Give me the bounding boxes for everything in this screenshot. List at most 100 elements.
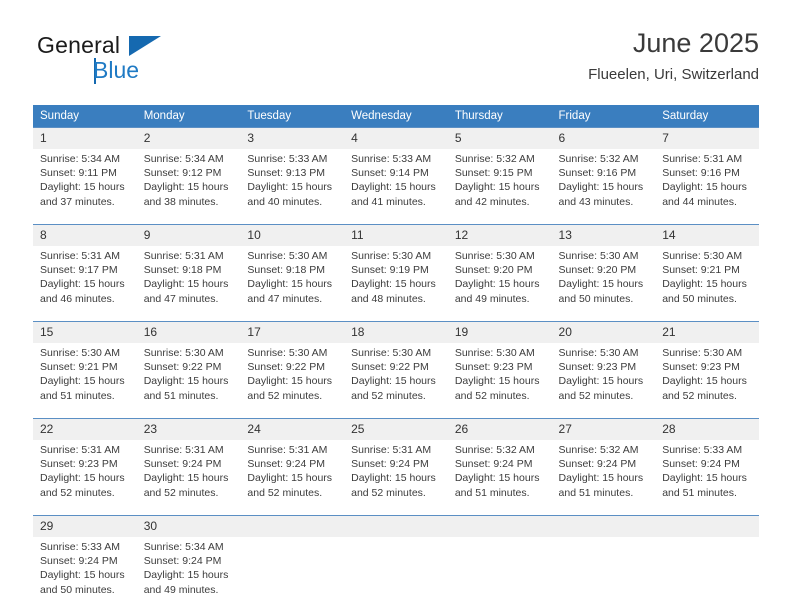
calendar-day-cell[interactable]: 25 Sunrise: 5:31 AM Sunset: 9:24 PM Dayligh… xyxy=(344,418,448,516)
calendar-day-cell[interactable]: 8 Sunrise: 5:31 AM Sunset: 9:17 PM Daylight… xyxy=(33,224,137,322)
calendar-page: General Blue June 2025 Flueelen, Uri, Sw… xyxy=(0,0,792,612)
calendar-day-cell[interactable]: 12 Sunrise: 5:30 AM Sunset: 9:20 PM Dayligh… xyxy=(447,224,552,322)
calendar-day-cell[interactable]: 17 Sunrise: 5:30 AM Sunset: 9:22 PM Dayligh… xyxy=(240,321,345,419)
daylight-duration-line1: Daylight: 15 hours xyxy=(662,375,747,388)
day-number: 1 xyxy=(33,128,137,149)
sunrise-time: Sunrise: 5:32 AM xyxy=(558,444,639,456)
daylight-duration-line1: Daylight: 15 hours xyxy=(143,569,229,582)
brand-name-secondary: Blue xyxy=(93,57,140,83)
calendar-day-cell[interactable]: 10 Sunrise: 5:30 AM Sunset: 9:18 PM Dayligh… xyxy=(240,224,345,322)
day-number: 23 xyxy=(136,419,241,440)
daylight-duration-line2: and 52 minutes. xyxy=(558,389,634,402)
sunrise-time: Sunrise: 5:34 AM xyxy=(143,541,224,553)
daylight-duration-line2: and 50 minutes. xyxy=(558,292,634,305)
calendar-day-cell[interactable]: 5 Sunrise: 5:32 AM Sunset: 9:15 PM Daylight… xyxy=(447,127,552,225)
day-details: Sunrise: 5:30 AM Sunset: 9:22 PM Daylight:… xyxy=(240,343,344,418)
calendar-day-cell[interactable]: 9 Sunrise: 5:31 AM Sunset: 9:18 PM Daylight… xyxy=(136,224,241,322)
sunrise-time: Sunrise: 5:30 AM xyxy=(558,347,639,359)
day-details: Sunrise: 5:30 AM Sunset: 9:23 PM Daylight:… xyxy=(552,343,656,418)
calendar-day-cell[interactable]: 30 Sunrise: 5:34 AM Sunset: 9:24 PM Dayligh… xyxy=(136,515,241,612)
page-header: General Blue June 2025 Flueelen, Uri, Sw… xyxy=(33,26,759,96)
sunrise-time: Sunrise: 5:33 AM xyxy=(351,153,432,165)
daylight-duration-line1: Daylight: 15 hours xyxy=(40,375,125,388)
day-number: 4 xyxy=(344,128,448,149)
day-number: 14 xyxy=(655,225,759,246)
calendar-day-cell[interactable]: 15 Sunrise: 5:30 AM Sunset: 9:21 PM Dayligh… xyxy=(33,321,137,419)
sunrise-time: Sunrise: 5:30 AM xyxy=(454,250,535,262)
weekday-header-saturday: Saturday xyxy=(655,105,759,128)
day-number xyxy=(344,516,448,537)
calendar-day-cell[interactable]: 21 Sunrise: 5:30 AM Sunset: 9:23 PM Dayligh… xyxy=(655,321,759,419)
sunset-time: Sunset: 9:22 PM xyxy=(351,361,429,374)
calendar-day-cell[interactable]: 18 Sunrise: 5:30 AM Sunset: 9:22 PM Dayligh… xyxy=(344,321,448,419)
calendar-day-cell[interactable]: 20 Sunrise: 5:30 AM Sunset: 9:23 PM Dayligh… xyxy=(551,321,656,419)
calendar-day-cell[interactable]: 28 Sunrise: 5:33 AM Sunset: 9:24 PM Dayligh… xyxy=(655,418,759,516)
daylight-duration-line2: and 52 minutes. xyxy=(662,389,737,402)
calendar-day-cell[interactable]: 6 Sunrise: 5:32 AM Sunset: 9:16 PM Daylight… xyxy=(551,127,656,225)
calendar-day-cell[interactable]: 27 Sunrise: 5:32 AM Sunset: 9:24 PM Dayligh… xyxy=(551,418,656,516)
calendar-day-cell[interactable]: 26 Sunrise: 5:32 AM Sunset: 9:24 PM Dayligh… xyxy=(447,418,552,516)
calendar-day-cell[interactable]: 1 Sunrise: 5:34 AM Sunset: 9:11 PM Daylight… xyxy=(33,127,137,225)
calendar-day-cell[interactable]: 7 Sunrise: 5:31 AM Sunset: 9:16 PM Daylight… xyxy=(655,127,759,225)
day-details: Sunrise: 5:30 AM Sunset: 9:21 PM Daylight:… xyxy=(655,246,759,321)
brand-logo[interactable]: General Blue xyxy=(33,32,253,94)
sunset-time: Sunset: 9:23 PM xyxy=(40,458,118,471)
day-number: 26 xyxy=(447,419,552,440)
daylight-duration-line2: and 52 minutes. xyxy=(454,389,530,402)
day-number: 5 xyxy=(447,128,552,149)
day-number: 12 xyxy=(447,225,552,246)
daylight-duration-line2: and 49 minutes. xyxy=(454,292,530,305)
daylight-duration-line2: and 46 minutes. xyxy=(40,292,115,305)
daylight-duration-line2: and 38 minutes. xyxy=(143,195,219,208)
daylight-duration-line2: and 52 minutes. xyxy=(247,486,323,499)
weekday-header-row: Sunday Monday Tuesday Wednesday Thursday Frid… xyxy=(33,105,759,128)
calendar-day-cell[interactable]: 23 Sunrise: 5:31 AM Sunset: 9:24 PM Dayligh… xyxy=(136,418,241,516)
calendar-day-cell[interactable]: 19 Sunrise: 5:30 AM Sunset: 9:23 PM Dayligh… xyxy=(447,321,552,419)
day-number: 7 xyxy=(655,128,759,149)
day-number: 9 xyxy=(136,225,241,246)
day-details: Sunrise: 5:33 AM Sunset: 9:24 PM Daylight:… xyxy=(655,440,759,515)
sunrise-time: Sunrise: 5:30 AM xyxy=(247,250,328,262)
sunrise-time: Sunrise: 5:31 AM xyxy=(247,444,328,456)
day-number xyxy=(655,516,759,537)
daylight-duration-line1: Daylight: 15 hours xyxy=(247,278,333,291)
sunset-time: Sunset: 9:21 PM xyxy=(662,264,740,277)
daylight-duration-line2: and 51 minutes. xyxy=(662,486,737,499)
sunrise-time: Sunrise: 5:34 AM xyxy=(143,153,224,165)
calendar-day-cell[interactable]: 29 Sunrise: 5:33 AM Sunset: 9:24 PM Dayligh… xyxy=(33,515,137,612)
sunrise-time: Sunrise: 5:30 AM xyxy=(247,347,328,359)
calendar-day-cell[interactable]: 16 Sunrise: 5:30 AM Sunset: 9:22 PM Dayligh… xyxy=(136,321,241,419)
daylight-duration-line2: and 51 minutes. xyxy=(454,486,530,499)
sunrise-time: Sunrise: 5:30 AM xyxy=(558,250,639,262)
sunset-time: Sunset: 9:23 PM xyxy=(662,361,740,374)
calendar-day-cell[interactable]: 2 Sunrise: 5:34 AM Sunset: 9:12 PM Daylight… xyxy=(136,127,241,225)
day-details xyxy=(240,537,344,612)
calendar-day-cell-empty xyxy=(344,515,448,612)
daylight-duration-line1: Daylight: 15 hours xyxy=(662,472,747,485)
daylight-duration-line2: and 51 minutes. xyxy=(40,389,115,402)
sunset-time: Sunset: 9:24 PM xyxy=(351,458,429,471)
calendar-day-cell[interactable]: 22 Sunrise: 5:31 AM Sunset: 9:23 PM Dayligh… xyxy=(33,418,137,516)
sunset-time: Sunset: 9:20 PM xyxy=(454,264,533,277)
day-details: Sunrise: 5:30 AM Sunset: 9:19 PM Daylight:… xyxy=(344,246,448,321)
day-number: 19 xyxy=(447,322,552,343)
day-details: Sunrise: 5:34 AM Sunset: 9:12 PM Daylight:… xyxy=(137,149,241,224)
sunset-time: Sunset: 9:16 PM xyxy=(662,167,740,180)
day-number: 27 xyxy=(551,419,656,440)
calendar-day-cell[interactable]: 4 Sunrise: 5:33 AM Sunset: 9:14 PM Daylight… xyxy=(344,127,448,225)
sunset-time: Sunset: 9:13 PM xyxy=(247,167,326,180)
day-number: 30 xyxy=(136,516,241,537)
calendar-day-cell[interactable]: 13 Sunrise: 5:30 AM Sunset: 9:20 PM Dayligh… xyxy=(551,224,656,322)
calendar-day-cell[interactable]: 11 Sunrise: 5:30 AM Sunset: 9:19 PM Dayligh… xyxy=(344,224,448,322)
calendar-day-cell[interactable]: 3 Sunrise: 5:33 AM Sunset: 9:13 PM Daylight… xyxy=(240,127,345,225)
daylight-duration-line1: Daylight: 15 hours xyxy=(558,181,644,194)
daylight-duration-line1: Daylight: 15 hours xyxy=(454,278,540,291)
sunrise-time: Sunrise: 5:34 AM xyxy=(40,153,120,165)
daylight-duration-line2: and 48 minutes. xyxy=(351,292,426,305)
daylight-duration-line1: Daylight: 15 hours xyxy=(247,472,333,485)
calendar-day-cell[interactable]: 24 Sunrise: 5:31 AM Sunset: 9:24 PM Dayligh… xyxy=(240,418,345,516)
sunrise-time: Sunrise: 5:30 AM xyxy=(662,250,743,262)
weekday-header-monday: Monday xyxy=(136,105,241,128)
day-details: Sunrise: 5:33 AM Sunset: 9:13 PM Daylight:… xyxy=(240,149,344,224)
calendar-day-cell[interactable]: 14 Sunrise: 5:30 AM Sunset: 9:21 PM Dayligh… xyxy=(655,224,759,322)
